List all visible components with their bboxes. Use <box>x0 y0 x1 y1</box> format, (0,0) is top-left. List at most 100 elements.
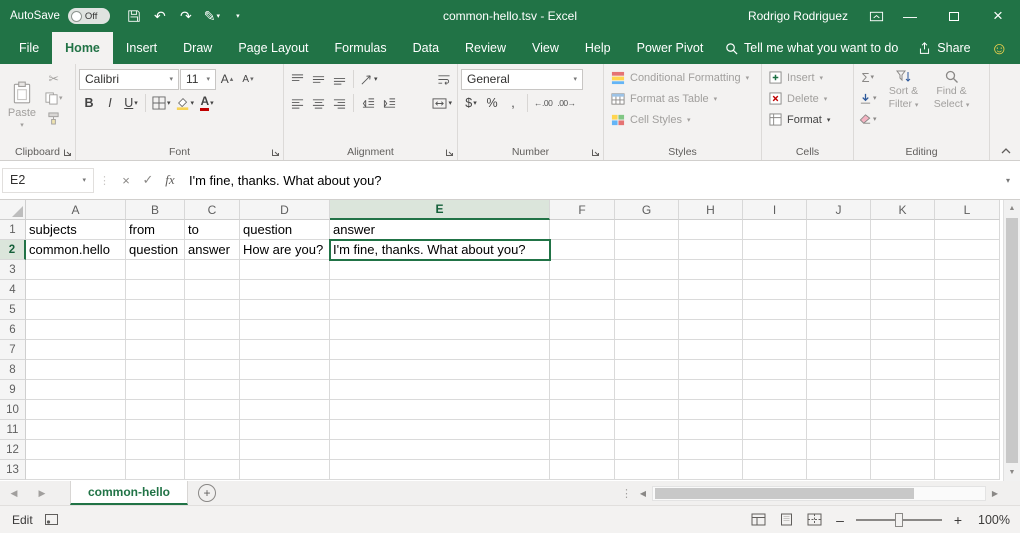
cell-B2[interactable]: question <box>126 240 185 260</box>
cell-I13[interactable] <box>743 460 807 480</box>
cell-H9[interactable] <box>679 380 743 400</box>
cell-F3[interactable] <box>550 260 615 280</box>
row-header-4[interactable]: 4 <box>0 280 26 300</box>
format-painter-button[interactable] <box>43 109 65 127</box>
cell-C10[interactable] <box>185 400 240 420</box>
zoom-thumb[interactable] <box>895 513 903 527</box>
cell-C7[interactable] <box>185 340 240 360</box>
row-header-7[interactable]: 7 <box>0 340 26 360</box>
cell-L8[interactable] <box>935 360 1000 380</box>
maximize-button[interactable] <box>932 0 976 32</box>
cell-D11[interactable] <box>240 420 330 440</box>
cell-H8[interactable] <box>679 360 743 380</box>
cell-C4[interactable] <box>185 280 240 300</box>
cell-F4[interactable] <box>550 280 615 300</box>
cell-A8[interactable] <box>26 360 126 380</box>
font-dialog-launcher[interactable] <box>271 148 280 157</box>
italic-button[interactable]: I <box>100 92 120 114</box>
align-left-button[interactable] <box>287 92 307 114</box>
cell-F6[interactable] <box>550 320 615 340</box>
cell-D1[interactable]: question <box>240 220 330 240</box>
cell-I3[interactable] <box>743 260 807 280</box>
cell-H3[interactable] <box>679 260 743 280</box>
column-header-L[interactable]: L <box>935 200 1000 220</box>
cell-E13[interactable] <box>330 460 550 480</box>
cell-F13[interactable] <box>550 460 615 480</box>
cell-H11[interactable] <box>679 420 743 440</box>
row-header-12[interactable]: 12 <box>0 440 26 460</box>
cell-L6[interactable] <box>935 320 1000 340</box>
cell-A12[interactable] <box>26 440 126 460</box>
cell-F7[interactable] <box>550 340 615 360</box>
cell-H2[interactable] <box>679 240 743 260</box>
column-header-K[interactable]: K <box>871 200 935 220</box>
formula-input[interactable]: I'm fine, thanks. What about you? <box>181 173 998 188</box>
cell-I1[interactable] <box>743 220 807 240</box>
cell-F9[interactable] <box>550 380 615 400</box>
cell-D7[interactable] <box>240 340 330 360</box>
cell-I2[interactable] <box>743 240 807 260</box>
cell-A11[interactable] <box>26 420 126 440</box>
decrease-decimal-button[interactable]: .00→ <box>555 92 577 114</box>
number-format-select[interactable]: General ▾ <box>461 69 583 90</box>
cell-G4[interactable] <box>615 280 679 300</box>
cell-D10[interactable] <box>240 400 330 420</box>
decrease-font-button[interactable]: A▾ <box>238 68 258 90</box>
cell-B9[interactable] <box>126 380 185 400</box>
column-header-D[interactable]: D <box>240 200 330 220</box>
cell-L12[interactable] <box>935 440 1000 460</box>
cell-L4[interactable] <box>935 280 1000 300</box>
hscroll-track[interactable] <box>652 486 986 501</box>
cell-L5[interactable] <box>935 300 1000 320</box>
cell-K3[interactable] <box>871 260 935 280</box>
cell-D4[interactable] <box>240 280 330 300</box>
cell-K6[interactable] <box>871 320 935 340</box>
cell-J13[interactable] <box>807 460 871 480</box>
cell-F2[interactable] <box>550 240 615 260</box>
column-header-H[interactable]: H <box>679 200 743 220</box>
cell-K4[interactable] <box>871 280 935 300</box>
cell-L2[interactable] <box>935 240 1000 260</box>
clipboard-dialog-launcher[interactable] <box>63 148 72 157</box>
cell-A1[interactable]: subjects <box>26 220 126 240</box>
cell-J1[interactable] <box>807 220 871 240</box>
font-name-select[interactable]: Calibri ▾ <box>79 69 179 90</box>
cell-G9[interactable] <box>615 380 679 400</box>
number-dialog-launcher[interactable] <box>591 148 600 157</box>
cell-E4[interactable] <box>330 280 550 300</box>
cell-L10[interactable] <box>935 400 1000 420</box>
cell-K8[interactable] <box>871 360 935 380</box>
zoom-in-button[interactable]: + <box>951 512 965 528</box>
cell-J4[interactable] <box>807 280 871 300</box>
name-box[interactable]: E2 ▾ <box>2 168 94 193</box>
qat-customize-button[interactable]: ▾ <box>226 3 250 29</box>
cell-F12[interactable] <box>550 440 615 460</box>
align-bottom-button[interactable] <box>329 68 349 90</box>
cell-J10[interactable] <box>807 400 871 420</box>
cell-K2[interactable] <box>871 240 935 260</box>
formula-bar-splitter[interactable]: ⋮ <box>99 174 110 187</box>
vscroll-thumb[interactable] <box>1006 218 1018 463</box>
cell-H12[interactable] <box>679 440 743 460</box>
delete-cells-button[interactable]: Delete ▾ <box>765 88 850 109</box>
cell-D8[interactable] <box>240 360 330 380</box>
cell-J11[interactable] <box>807 420 871 440</box>
cell-K5[interactable] <box>871 300 935 320</box>
cell-C5[interactable] <box>185 300 240 320</box>
select-all-button[interactable] <box>0 200 26 220</box>
cell-E12[interactable] <box>330 440 550 460</box>
sort-filter-button[interactable]: Sort & Filter ▾ <box>881 67 927 143</box>
cell-E9[interactable] <box>330 380 550 400</box>
cell-D5[interactable] <box>240 300 330 320</box>
row-header-3[interactable]: 3 <box>0 260 26 280</box>
feedback-smiley-icon[interactable]: ☺ <box>991 40 1008 57</box>
cell-H13[interactable] <box>679 460 743 480</box>
tab-page-layout[interactable]: Page Layout <box>225 32 321 64</box>
format-cells-button[interactable]: Format ▾ <box>765 109 850 130</box>
cell-A4[interactable] <box>26 280 126 300</box>
align-center-button[interactable] <box>308 92 328 114</box>
sheet-nav-right[interactable]: ▶ <box>28 481 56 505</box>
cell-K1[interactable] <box>871 220 935 240</box>
cell-H1[interactable] <box>679 220 743 240</box>
cell-G12[interactable] <box>615 440 679 460</box>
